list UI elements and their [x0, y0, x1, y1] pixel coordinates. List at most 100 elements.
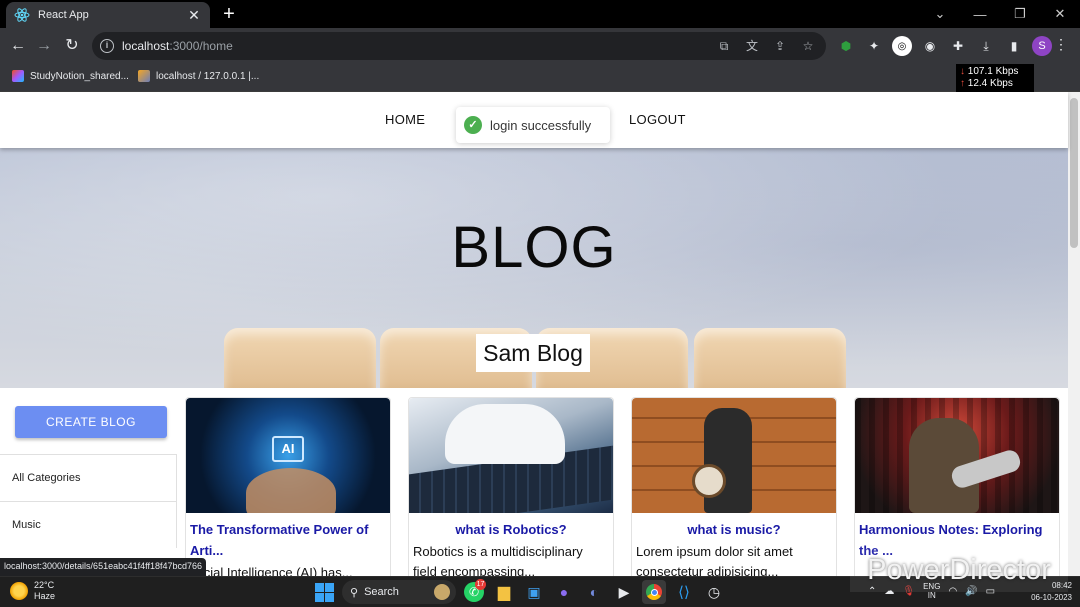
close-window-icon[interactable]: ✕ [1040, 0, 1080, 28]
post-image-harmonious[interactable] [855, 398, 1059, 513]
figma-icon [12, 70, 24, 82]
chrome-icon[interactable] [642, 580, 666, 604]
create-blog-button[interactable]: CREATE BLOG [15, 406, 167, 438]
translate-icon[interactable]: 文 [744, 38, 760, 54]
taskbar-apps: ⚲ Search ✆ 17 ▆ ▣ ● ◐ ▶ ⟨⟩ ◷ [312, 579, 726, 604]
github-icon[interactable]: ● [552, 580, 576, 604]
forward-icon[interactable]: → [32, 34, 56, 58]
store-icon[interactable]: ▣ [522, 580, 546, 604]
minimize-icon[interactable]: — [960, 0, 1000, 28]
info-icon[interactable]: i [100, 39, 114, 53]
extensions-area: ⬢ ✦ ◎ ◉ ✚ ⤓ ▮ S [836, 36, 1052, 56]
page-scrollbar[interactable] [1068, 92, 1080, 576]
url-path: :3000/home [169, 39, 233, 53]
weather-condition: Haze [34, 591, 56, 601]
clock-app-icon[interactable]: ◷ [702, 580, 726, 604]
file-explorer-icon[interactable]: ▆ [492, 580, 516, 604]
share-icon[interactable]: ⇪ [772, 38, 788, 54]
category-list: All Categories Music [0, 454, 177, 548]
nav-logout-link[interactable]: LOGOUT [629, 112, 686, 127]
side-panel-icon[interactable]: ▮ [1004, 36, 1024, 56]
extension-circle-icon[interactable]: ◎ [892, 36, 912, 56]
net-speed-meter: ↓ 107.1 Kbps ↑ 12.4 Kbps [956, 64, 1034, 92]
restore-icon[interactable]: ❐ [1000, 0, 1040, 28]
extension-green-icon[interactable]: ⬢ [836, 36, 856, 56]
login-toast: ✓ login successfully [456, 107, 610, 143]
media-player-icon[interactable]: ▶ [612, 580, 636, 604]
hero-banner: BLOG Sam Blog [0, 148, 1068, 388]
chevron-down-icon[interactable]: ⌄ [920, 0, 960, 28]
taskbar-search[interactable]: ⚲ Search [342, 580, 456, 604]
video-watermark: PowerDirector [850, 548, 1068, 592]
post-title[interactable]: The Transformative Power of Arti... [186, 513, 390, 561]
wooden-cube [694, 328, 846, 388]
weather-haze-icon [10, 582, 28, 600]
menu-icon[interactable]: ⋮ [1054, 36, 1068, 53]
download-icon[interactable]: ⤓ [976, 36, 996, 56]
arrow-down-icon: ↓ [960, 66, 965, 77]
back-icon[interactable]: ← [6, 34, 30, 58]
post-image-robotics[interactable] [409, 398, 613, 513]
net-up: 12.4 Kbps [967, 78, 1013, 89]
profile-avatar[interactable]: S [1032, 36, 1052, 56]
vscode-icon[interactable]: ⟨⟩ [672, 580, 696, 604]
bookmarks-bar: StudyNotion_shared... localhost / 127.0.… [0, 64, 1080, 92]
extension-puzzle-dark-icon[interactable]: ✦ [864, 36, 884, 56]
page-viewport: HOME LOGOUT ✓ login successfully BLOG Sa… [0, 92, 1080, 576]
close-icon[interactable]: ✕ [186, 7, 202, 24]
browser-tabbar: React App ✕ + ⌄ — ❐ ✕ [0, 0, 1080, 28]
browser-tab[interactable]: React App ✕ [6, 2, 210, 28]
category-all[interactable]: All Categories [0, 454, 177, 501]
bookmark-label: localhost / 127.0.0.1 |... [156, 70, 260, 82]
bookmark-item[interactable]: StudyNotion_shared... [12, 70, 129, 82]
post-card[interactable]: AI The Transformative Power of Arti... .… [185, 397, 391, 576]
screen: React App ✕ + ⌄ — ❐ ✕ ← → ↻ i localhost … [0, 0, 1080, 607]
weather-temp: 22°C [34, 580, 55, 590]
extensions-puzzle-icon[interactable]: ✚ [948, 36, 968, 56]
check-circle-icon: ✓ [464, 116, 482, 134]
post-title[interactable]: what is Robotics? [409, 513, 613, 540]
hero-title: BLOG [451, 215, 617, 280]
link-status-url: localhost:3000/details/651eabc41f4ff18f4… [0, 558, 206, 576]
bookmark-label: StudyNotion_shared... [30, 70, 129, 82]
post-description: Robotics is a multidisciplinary field en… [413, 544, 583, 576]
reload-icon[interactable]: ↻ [60, 34, 84, 58]
url-host: localhost [122, 39, 170, 53]
open-in-app-icon[interactable]: ⧉ [716, 38, 732, 54]
arrow-up-icon: ↑ [960, 78, 965, 89]
bookmark-item[interactable]: localhost / 127.0.0.1 |... [138, 70, 259, 82]
post-image-music[interactable] [632, 398, 836, 513]
windows-start-icon[interactable] [312, 580, 336, 604]
search-highlight-icon [434, 584, 450, 600]
toast-message: login successfully [490, 117, 592, 133]
weather-widget[interactable]: 22°C Haze [10, 580, 55, 602]
omnibox-actions: ⧉ 文 ⇪ ☆ [716, 38, 816, 54]
extension-cookie-icon[interactable]: ◉ [920, 36, 940, 56]
hero-subtitle: Sam Blog [476, 334, 590, 372]
wooden-cube [224, 328, 376, 388]
net-down: 107.1 Kbps [967, 66, 1019, 77]
scrollbar-thumb[interactable] [1070, 98, 1078, 248]
tab-title: React App [38, 9, 89, 21]
post-title[interactable]: what is music? [632, 513, 836, 540]
bookmark-star-icon[interactable]: ☆ [800, 38, 816, 54]
post-description: Lorem ipsum dolor sit amet consectetur a… [636, 544, 793, 576]
nav-home-link[interactable]: HOME [385, 112, 425, 127]
post-image-ai[interactable]: AI [186, 398, 390, 513]
discord-icon[interactable]: ◐ [582, 580, 606, 604]
window-controls: ⌄ — ❐ ✕ [920, 0, 1080, 28]
ai-chip-icon: AI [272, 436, 304, 462]
whatsapp-badge: 17 [475, 579, 486, 590]
search-label: Search [364, 586, 399, 598]
react-icon [14, 8, 30, 22]
post-card[interactable]: what is Robotics? Robotics is a multidis… [408, 397, 614, 576]
browser-toolbar: ← → ↻ i localhost :3000/home ⧉ 文 ⇪ ☆ ⬢ ✦… [0, 28, 1080, 64]
whatsapp-icon[interactable]: ✆ 17 [464, 579, 486, 602]
new-tab-button[interactable]: + [218, 3, 240, 25]
clock-date: 06-10-2023 [1031, 593, 1072, 602]
category-music[interactable]: Music [0, 501, 177, 548]
search-icon: ⚲ [350, 586, 359, 599]
post-description: ...icial Intelligence (AI) has... [190, 565, 353, 576]
post-card[interactable]: what is music? Lorem ipsum dolor sit ame… [631, 397, 837, 576]
address-bar[interactable]: i localhost :3000/home ⧉ 文 ⇪ ☆ [92, 32, 826, 60]
